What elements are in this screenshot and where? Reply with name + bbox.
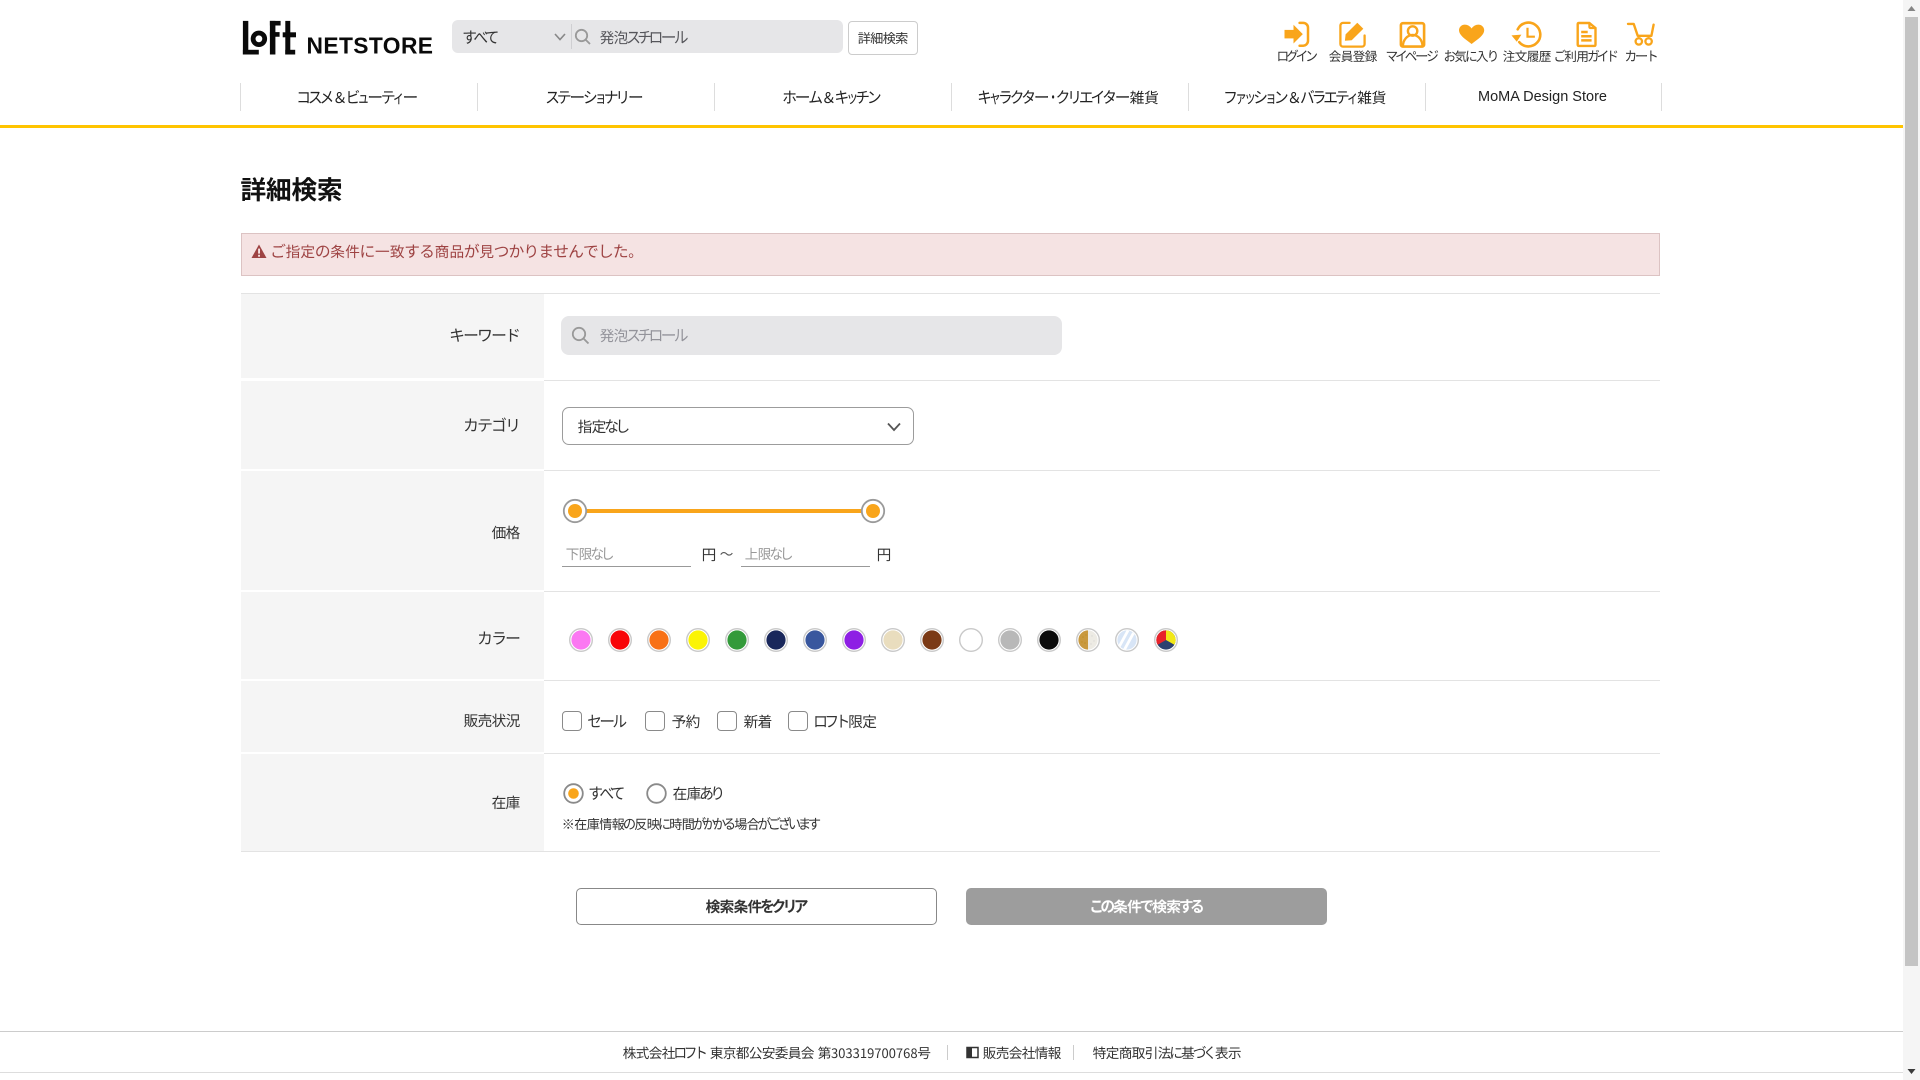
svg-text:NETSTORE: NETSTORE xyxy=(307,33,434,57)
